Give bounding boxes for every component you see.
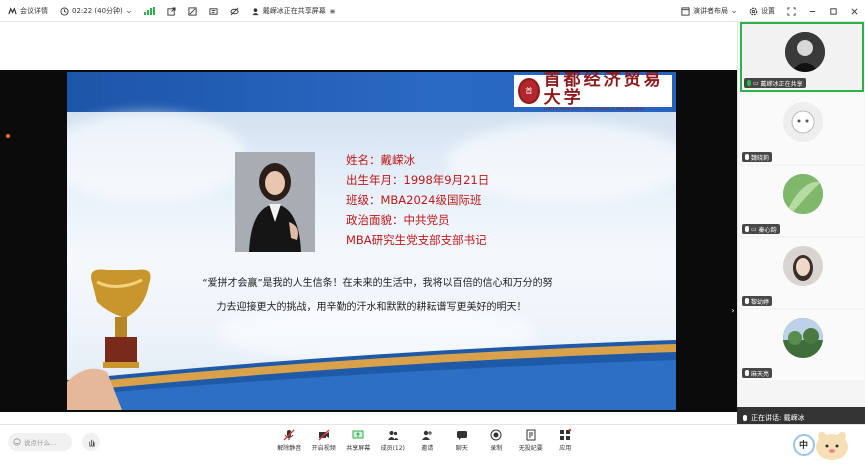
input-method-mascot[interactable]: 中	[792, 427, 852, 463]
meeting-logo-icon	[8, 6, 17, 14]
meeting-duration[interactable]: 02:22 (40分钟)	[60, 6, 132, 16]
avatar	[783, 102, 823, 142]
profile-info: 姓名：戴嵘冰 出生年月：1998年9月21日 班级：MBA2024级国际班 政治…	[346, 152, 489, 248]
mic-muted-icon	[745, 298, 749, 304]
bottom-toolbar: 说点什么... 解除静音 开启视频 共享屏幕 成员(12) 邀请 聊天 录制 无…	[0, 424, 865, 464]
record-icon	[490, 429, 502, 441]
chat-icon	[456, 431, 467, 440]
chat-input[interactable]: 说点什么...	[8, 433, 72, 451]
whiteboard-icon[interactable]	[209, 7, 218, 16]
chat-placeholder: 说点什么...	[24, 439, 57, 447]
user-icon	[252, 7, 259, 15]
notes-icon	[526, 429, 536, 441]
minimize-icon[interactable]	[808, 7, 817, 16]
university-name-cn: 首都经济贸易大学	[543, 72, 664, 108]
participant-name-tag: ▭ 戴嵘冰正在共享	[744, 78, 806, 88]
layout-icon	[681, 6, 690, 16]
network-signal-icon[interactable]	[143, 7, 155, 15]
university-name-en: CAPITAL UNIVERSITY OF ECONOMICS AND BUSI…	[543, 107, 645, 111]
members-button[interactable]: 成员(12)	[376, 429, 411, 452]
avatar	[783, 318, 823, 358]
participant-tile[interactable]: ▭ 秦心韵	[740, 166, 864, 236]
share-icon: ▭	[753, 79, 759, 87]
clock-icon	[60, 6, 69, 16]
participant-tile[interactable]: 黎幼婷	[740, 238, 864, 308]
participant-name-tag: 魏晓莉	[742, 152, 773, 162]
invite-icon	[422, 430, 433, 440]
presenter-layout-label: 演讲者布局	[693, 7, 728, 15]
info-line-birth: 出生年月：1998年9月21日	[346, 173, 490, 187]
profile-photo	[235, 152, 315, 252]
chevron-down-icon	[731, 10, 737, 13]
annotate-icon[interactable]	[188, 6, 197, 16]
trophy-image	[67, 269, 151, 410]
university-banner: 首 首都经济贸易大学 CAPITAL UNIVERSITY OF ECONOMI…	[514, 72, 672, 111]
input-method-label: 中	[799, 441, 809, 451]
info-line-name: 姓名：戴嵘冰	[346, 153, 415, 167]
presenter-layout-button[interactable]: 演讲者布局	[681, 6, 737, 16]
share-screen-icon	[352, 430, 364, 439]
raise-hand-button[interactable]	[82, 433, 100, 451]
participant-tile[interactable]: ▭ 戴嵘冰正在共享	[740, 22, 864, 92]
info-line-political: 政治面貌：中共党员	[346, 213, 450, 227]
close-icon[interactable]	[850, 7, 859, 16]
participant-name-tag: 麻天亮	[742, 368, 773, 378]
record-button[interactable]: 录制	[479, 429, 514, 452]
chevron-down-icon	[126, 10, 131, 13]
participant-name-tag: 黎幼婷	[742, 296, 773, 306]
mic-icon	[747, 80, 751, 86]
participant-tile[interactable]: 麻天亮	[740, 310, 864, 380]
notes-button[interactable]: 无投纪要	[514, 429, 549, 452]
meeting-details-label: 会议详情	[20, 7, 48, 15]
share-screen-button[interactable]: 共享屏幕	[341, 429, 376, 452]
info-line-position: MBA研究生党支部支部书记	[346, 233, 487, 247]
smile-icon	[13, 438, 21, 446]
mic-icon	[743, 415, 747, 421]
chat-button[interactable]: 聊天	[445, 429, 480, 452]
shared-screen-stage: 首 首都经济贸易大学 CAPITAL UNIVERSITY OF ECONOMI…	[0, 70, 737, 412]
participant-panel: ▭ 戴嵘冰正在共享 魏晓莉 ▭ 秦心韵 黎幼婷 麻天亮	[737, 22, 865, 432]
invite-button[interactable]: 邀请	[410, 429, 445, 452]
unmute-button[interactable]: 解除静音	[272, 429, 307, 452]
slide-header-band: 首 首都经济贸易大学 CAPITAL UNIVERSITY OF ECONOMI…	[67, 72, 676, 112]
duration-label: 02:22 (40分钟)	[72, 7, 123, 15]
settings-button[interactable]: 设置	[749, 6, 775, 16]
sharing-status[interactable]: 戴嵘冰正在共享屏幕	[251, 6, 336, 16]
sharing-status-label: 戴嵘冰正在共享屏幕	[262, 7, 326, 15]
info-line-class: 班级：MBA2024级国际班	[346, 193, 482, 207]
video-off-icon	[318, 429, 330, 441]
hand-icon	[88, 439, 95, 447]
avatar	[783, 174, 823, 214]
fullscreen-icon[interactable]	[787, 6, 796, 16]
recording-dot	[6, 134, 10, 138]
university-logo: 首	[518, 78, 540, 104]
mic-muted-icon	[745, 370, 749, 376]
participant-name-tag: ▭ 秦心韵	[742, 224, 780, 234]
start-video-button[interactable]: 开启视频	[307, 429, 342, 452]
avatar	[783, 246, 823, 286]
hide-video-icon[interactable]	[230, 7, 239, 16]
active-speaker-label: 正在讲话: 戴嵘冰	[751, 414, 805, 422]
participant-tile[interactable]: 魏晓莉	[740, 94, 864, 164]
presentation-slide: 首 首都经济贸易大学 CAPITAL UNIVERSITY OF ECONOMI…	[67, 72, 676, 410]
meeting-details-button[interactable]: 会议详情	[8, 6, 48, 16]
apps-button[interactable]: 应用	[548, 429, 583, 452]
external-link-icon[interactable]	[167, 6, 176, 16]
mic-muted-icon	[745, 154, 749, 160]
maximize-icon[interactable]	[829, 7, 838, 16]
toolbar-buttons: 解除静音 开启视频 共享屏幕 成员(12) 邀请 聊天 录制 无投纪要 应用	[272, 429, 583, 452]
mic-muted-icon	[745, 226, 749, 232]
members-icon	[387, 431, 399, 440]
sharing-menu-icon	[330, 9, 335, 13]
top-bar: 会议详情 02:22 (40分钟) 戴嵘冰正在共享屏幕 演讲者布局 设置	[0, 0, 865, 22]
avatar	[785, 32, 825, 72]
apps-icon	[560, 429, 572, 440]
collapse-panel-arrow[interactable]: ›	[729, 302, 737, 318]
share-icon: ▭	[751, 225, 757, 233]
settings-label: 设置	[761, 7, 775, 15]
gear-icon	[749, 7, 758, 15]
mic-off-icon	[283, 429, 295, 441]
